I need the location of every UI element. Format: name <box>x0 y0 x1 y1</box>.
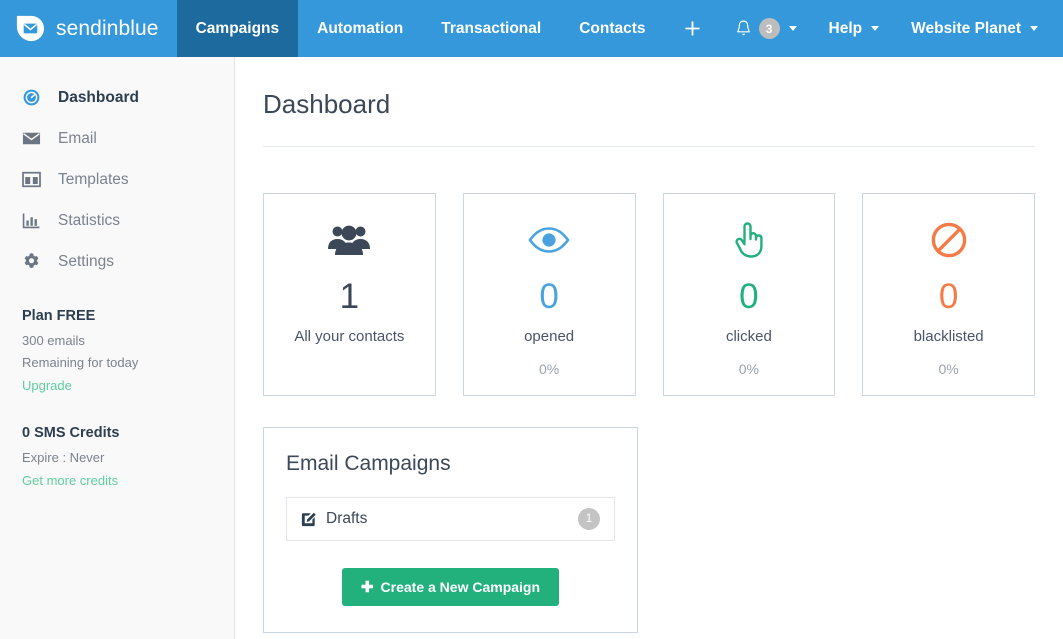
sidebar-label-templates: Templates <box>58 171 129 189</box>
bar-chart-icon <box>22 211 41 230</box>
header-right-actions: 3 Help Website Planet <box>721 0 1063 57</box>
stat-card-clicked[interactable]: 0 clicked 0% <box>663 193 836 396</box>
email-campaigns-title: Email Campaigns <box>286 452 615 476</box>
stat-label-contacts: All your contacts <box>294 328 404 345</box>
nav-tab-campaigns[interactable]: Campaigns <box>177 0 299 57</box>
plan-title: Plan FREE <box>22 308 234 324</box>
sidebar: Dashboard Email Templates <box>0 57 235 639</box>
users-icon <box>326 215 372 265</box>
chevron-down-icon <box>871 26 879 31</box>
eye-icon <box>526 215 572 265</box>
drafts-label: Drafts <box>326 510 367 528</box>
sidebar-item-templates[interactable]: Templates <box>0 159 234 200</box>
sidebar-label-statistics: Statistics <box>58 212 120 230</box>
drafts-count-badge: 1 <box>578 508 600 530</box>
plus-icon: ✚ <box>361 580 374 595</box>
create-campaign-area: ✚ Create a New Campaign <box>286 568 615 606</box>
sidebar-item-statistics[interactable]: Statistics <box>0 200 234 241</box>
get-more-credits-link[interactable]: Get more credits <box>22 473 118 488</box>
pointing-hand-icon <box>730 215 768 265</box>
sidebar-item-settings[interactable]: Settings <box>0 241 234 282</box>
tachometer-icon <box>22 88 41 107</box>
stat-sub-blacklisted: 0% <box>939 361 959 377</box>
create-new-campaign-button[interactable]: ✚ Create a New Campaign <box>342 568 559 606</box>
stat-sub-opened: 0% <box>539 361 559 377</box>
envelope-logo-icon <box>14 13 45 44</box>
sms-credits-block: 0 SMS Credits Expire : Never Get more cr… <box>0 395 234 490</box>
sms-expire: Expire : Never <box>22 450 234 465</box>
sidebar-label-email: Email <box>58 130 97 148</box>
sidebar-label-dashboard: Dashboard <box>58 89 139 107</box>
sms-credits-title: 0 SMS Credits <box>22 425 234 441</box>
stat-card-blacklisted[interactable]: 0 blacklisted 0% <box>862 193 1035 396</box>
app-body: Dashboard Email Templates <box>0 57 1063 639</box>
nav-tab-transactional[interactable]: Transactional <box>422 0 560 57</box>
ban-icon <box>929 215 969 265</box>
chevron-down-icon <box>789 26 797 31</box>
nav-tab-contacts[interactable]: Contacts <box>560 0 664 57</box>
plan-quota-note: Remaining for today <box>22 355 234 370</box>
gear-icon <box>22 252 41 271</box>
account-label: Website Planet <box>911 20 1021 38</box>
top-navigation-bar: sendinblue Campaigns Automation Transact… <box>0 0 1063 57</box>
stat-value-contacts: 1 <box>340 279 359 314</box>
title-divider <box>263 146 1035 147</box>
stat-value-clicked: 0 <box>739 279 758 314</box>
add-new-button[interactable] <box>665 0 721 57</box>
stat-cards-row: 1 All your contacts 0 opened 0% <box>263 193 1035 396</box>
notification-count-badge: 3 <box>759 18 780 39</box>
page-title: Dashboard <box>263 89 1035 120</box>
main-nav-tabs: Campaigns Automation Transactional Conta… <box>177 0 721 57</box>
sidebar-item-email[interactable]: Email <box>0 118 234 159</box>
bell-icon <box>735 19 752 38</box>
plus-icon <box>682 18 703 39</box>
stat-value-opened: 0 <box>539 279 558 314</box>
brand-logo-area[interactable]: sendinblue <box>0 0 177 57</box>
stat-label-blacklisted: blacklisted <box>914 328 984 345</box>
email-campaigns-panel: Email Campaigns Drafts 1 ✚ Create a New … <box>263 427 638 633</box>
stat-label-opened: opened <box>524 328 574 345</box>
drafts-row[interactable]: Drafts 1 <box>286 497 615 541</box>
account-menu[interactable]: Website Planet <box>897 0 1052 57</box>
help-label: Help <box>829 20 863 38</box>
help-menu[interactable]: Help <box>815 0 894 57</box>
notifications-button[interactable]: 3 <box>721 0 811 57</box>
stat-label-clicked: clicked <box>726 328 772 345</box>
stat-card-contacts[interactable]: 1 All your contacts <box>263 193 436 396</box>
brand-name: sendinblue <box>56 17 159 41</box>
plan-quota: 300 emails <box>22 333 234 348</box>
edit-square-icon <box>301 511 317 527</box>
stat-value-blacklisted: 0 <box>939 279 958 314</box>
plan-info-block: Plan FREE 300 emails Remaining for today… <box>0 282 234 395</box>
upgrade-link[interactable]: Upgrade <box>22 378 72 393</box>
envelope-icon <box>22 129 41 148</box>
columns-icon <box>22 170 41 189</box>
nav-tab-automation[interactable]: Automation <box>298 0 422 57</box>
stat-sub-clicked: 0% <box>739 361 759 377</box>
main-content: Dashboard 1 All your contacts <box>235 57 1063 639</box>
sidebar-item-dashboard[interactable]: Dashboard <box>0 77 234 118</box>
sidebar-label-settings: Settings <box>58 253 114 271</box>
create-new-campaign-label: Create a New Campaign <box>381 579 541 595</box>
stat-card-opened[interactable]: 0 opened 0% <box>463 193 636 396</box>
chevron-down-icon <box>1030 26 1038 31</box>
